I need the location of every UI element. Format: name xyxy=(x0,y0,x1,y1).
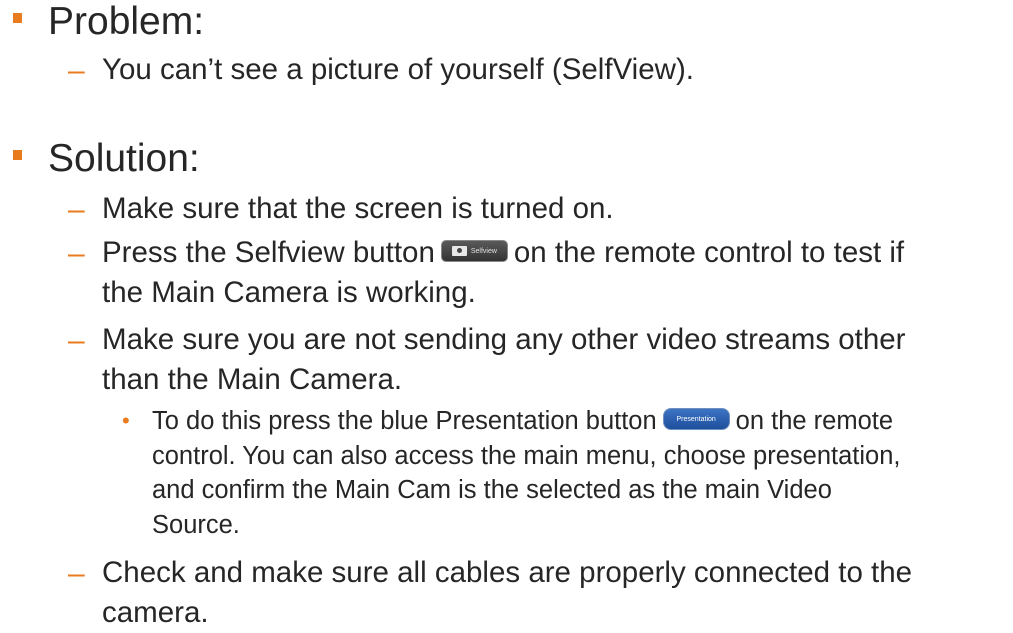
solution-item-2-text-after: on the remote control to test if xyxy=(513,236,905,269)
presentation-button-label: Presentation xyxy=(676,415,716,423)
solution-item-4-line1: Check and make sure all cables are prope… xyxy=(102,556,913,589)
solution-subitem-line3: and confirm the Main Cam is the selected… xyxy=(152,476,832,504)
dot-bullet-icon: • xyxy=(122,408,130,433)
dash-bullet-icon: – xyxy=(68,324,85,357)
solution-item-3-line1: Make sure you are not sending any other … xyxy=(102,323,906,356)
solution-item-2: Press the Selfview button Selfview on the … xyxy=(102,233,904,313)
solution-item-4: Check and make sure all cables are prope… xyxy=(102,553,912,633)
solution-subitem-text-before: To do this press the blue Presentation b… xyxy=(152,407,657,435)
dash-bullet-icon: – xyxy=(68,237,85,270)
solution-subitem-line2: control. You can also access the main me… xyxy=(152,441,901,470)
dash-bullet-icon: – xyxy=(68,557,85,590)
solution-item-3-line2: than the Main Camera. xyxy=(102,363,403,396)
solution-item-1: Make sure that the screen is turned on. xyxy=(102,189,614,229)
solution-subitem: To do this press the blue Presentation b… xyxy=(152,404,900,542)
presentation-button-image: Presentation xyxy=(662,408,730,431)
slide: Problem: – You can’t see a picture of yo… xyxy=(0,0,1013,629)
dash-bullet-icon: – xyxy=(68,54,85,87)
selfview-button-label: Selfview xyxy=(470,247,497,255)
problem-heading: Problem: xyxy=(48,0,205,43)
solution-item-1-text: Make sure that the screen is turned on. xyxy=(102,192,614,225)
solution-subitem-line4: Source. xyxy=(152,510,240,539)
solution-item-2-text-line2: the Main Camera is working. xyxy=(102,276,476,309)
solution-item-2-text-before: Press the Selfview button xyxy=(102,236,435,269)
square-bullet-icon xyxy=(13,13,22,23)
camera-icon xyxy=(451,246,467,257)
solution-item-4-line2: camera. xyxy=(102,596,209,629)
solution-item-3: Make sure you are not sending any other … xyxy=(102,320,906,400)
solution-heading: Solution: xyxy=(48,137,200,180)
solution-subitem-text-after: on the remote xyxy=(735,407,894,435)
square-bullet-icon xyxy=(13,150,22,160)
dash-bullet-icon: – xyxy=(68,193,85,226)
selfview-button-image: Selfview xyxy=(440,240,508,263)
problem-item: You can’t see a picture of yourself (Sel… xyxy=(102,50,694,90)
problem-item-text: You can’t see a picture of yourself (Sel… xyxy=(102,53,694,86)
